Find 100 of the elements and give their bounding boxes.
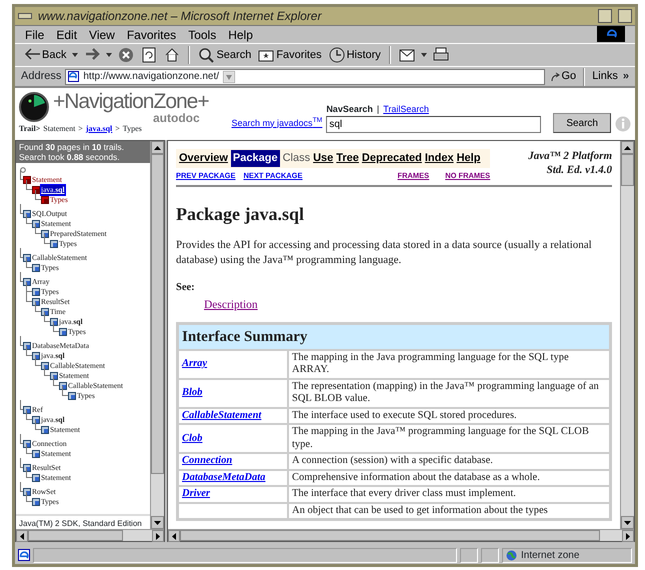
caret-icon[interactable] [420, 53, 427, 57]
table-cell: The representation (mapping) in the Java™ programming language of an SQL BLOB value. [288, 378, 610, 408]
nav-link[interactable]: Deprecated [362, 150, 422, 166]
go-button[interactable]: Go [548, 68, 578, 85]
address-field[interactable]: http://www.navigationzone.net/ [65, 68, 544, 84]
radar-logo-icon [19, 92, 49, 122]
nav-link[interactable]: Overview [179, 150, 228, 166]
favorites-button[interactable]: Favorites [257, 46, 323, 64]
nav-link[interactable]: Tree [336, 150, 359, 166]
horizontal-scrollbar[interactable] [16, 529, 164, 541]
window-title: www.navigationzone.net – Microsoft Internet Explorer [38, 8, 323, 25]
go-arrow-icon [550, 72, 560, 82]
breadcrumb-separator: > [115, 123, 120, 135]
table-cell: The mapping in the Java™ programming language for the SQL CLOB type. [288, 424, 610, 454]
search-javadocs-link[interactable]: Search my javadocs$^{TM}$ [232, 116, 322, 130]
search-field[interactable]: sql [326, 116, 542, 133]
navsearch-tab[interactable]: NavSearch [326, 102, 373, 116]
breadcrumb: Types [122, 123, 142, 135]
table-cell: An object that can be used to get information about the types [288, 502, 610, 520]
scroll-thumb[interactable] [28, 530, 123, 541]
more-chevron[interactable]: » [622, 68, 629, 85]
table-cell: A connection (session) with a specific database. [288, 453, 610, 470]
nav-link: Class [282, 151, 310, 166]
menu-item[interactable]: View [89, 26, 115, 44]
menu-item[interactable]: Help [228, 26, 253, 44]
scroll-up-icon[interactable] [624, 146, 631, 150]
logo-subtitle: autodoc [153, 113, 200, 123]
scroll-left-icon[interactable] [172, 532, 176, 540]
tab-divider: | [376, 102, 380, 116]
platform-label: Java™ 2 Platform [528, 149, 612, 163]
scroll-down-icon[interactable] [154, 520, 161, 524]
nav-link[interactable]: Package [230, 150, 280, 166]
scroll-right-icon[interactable] [626, 532, 630, 540]
minimize-button[interactable] [598, 9, 612, 23]
interface-link[interactable]: Blob [182, 387, 202, 398]
clock-icon [328, 47, 345, 63]
interface-link[interactable]: Array [182, 358, 208, 369]
menu-item[interactable]: Tools [188, 26, 216, 44]
caret-icon[interactable] [72, 53, 78, 57]
scroll-right-icon[interactable] [156, 532, 160, 540]
nav-link[interactable]: Help [456, 150, 480, 166]
home-icon[interactable] [164, 47, 180, 63]
scroll-up-icon[interactable] [154, 146, 161, 150]
page-icon [68, 71, 80, 82]
vertical-scrollbar[interactable] [150, 141, 164, 529]
scroll-thumb[interactable] [621, 154, 634, 186]
trailsearch-link[interactable]: TrailSearch [383, 102, 429, 116]
package-title: Package java.sql [176, 202, 305, 226]
breadcrumb: Statement [43, 123, 76, 135]
stop-icon[interactable] [118, 47, 134, 63]
nav-link[interactable]: Use [313, 150, 334, 166]
breadcrumb-link[interactable]: java.sql [86, 123, 112, 135]
printer-icon[interactable] [432, 47, 449, 63]
scroll-thumb[interactable] [180, 530, 600, 541]
breadcrumb-separator: > [78, 123, 83, 135]
menu-item[interactable]: File [25, 26, 44, 44]
description-link[interactable]: Description [204, 296, 258, 314]
system-menu-button[interactable] [18, 13, 32, 19]
table-cell: The mapping in the Java programming language for the SQL type ARRAY. [288, 350, 610, 379]
scroll-thumb[interactable] [151, 154, 164, 474]
browser-logo-icon [597, 26, 625, 42]
search-icon [198, 47, 214, 63]
security-zone-label: Internet zone [521, 548, 580, 562]
results-count: Found 30 pages in 10 trails. [19, 142, 125, 152]
horizontal-scrollbar[interactable] [168, 529, 634, 541]
table-cell: The interface used to execute SQL stored procedures. [288, 408, 610, 424]
back-button[interactable]: Back [23, 46, 68, 64]
dropdown-arrow-icon[interactable] [223, 70, 235, 82]
package-description: Provides the API for accessing and processing data stored in a data source (usually a relational database) using the Java™ programming language. [176, 238, 593, 268]
menu-item[interactable]: Favorites [126, 26, 176, 44]
menu-item[interactable]: Edit [56, 26, 78, 44]
scroll-left-icon[interactable] [20, 532, 24, 540]
scroll-down-icon[interactable] [624, 520, 631, 524]
trail-label: Trail> [19, 123, 40, 135]
refresh-icon[interactable] [141, 47, 158, 63]
history-button[interactable]: History [328, 46, 382, 64]
interface-link[interactable]: Clob [182, 432, 202, 444]
table-cell: Comprehensive information about the database as a whole. [288, 470, 610, 486]
status-pane [481, 548, 499, 562]
nav-link[interactable]: Index [424, 150, 454, 166]
interface-link[interactable]: Driver [182, 488, 210, 500]
see-label: See: [176, 280, 196, 295]
search-button[interactable]: Search [553, 113, 611, 133]
links-button[interactable]: Links [591, 68, 619, 85]
envelope-icon[interactable] [398, 47, 415, 63]
maximize-button[interactable] [618, 9, 632, 23]
search-button[interactable]: Search [197, 46, 252, 64]
platform-label: Std. Ed. v1.4.0 [546, 163, 612, 177]
globe-icon [506, 550, 517, 560]
address-label: Address [21, 69, 62, 84]
vertical-scrollbar[interactable] [620, 141, 634, 529]
table-heading: Interface Summary [178, 324, 610, 350]
root-node-icon [20, 167, 26, 174]
page-icon [18, 549, 30, 561]
site-logo-text: +NavigationZone+ [53, 90, 209, 113]
search-time: Search took 0.88 seconds. [19, 152, 121, 162]
table-cell: The interface that every driver class must implement. [288, 486, 610, 503]
caret-icon[interactable] [106, 53, 112, 57]
address-url: http://www.navigationzone.net/ [83, 70, 219, 84]
status-pane [460, 548, 478, 562]
